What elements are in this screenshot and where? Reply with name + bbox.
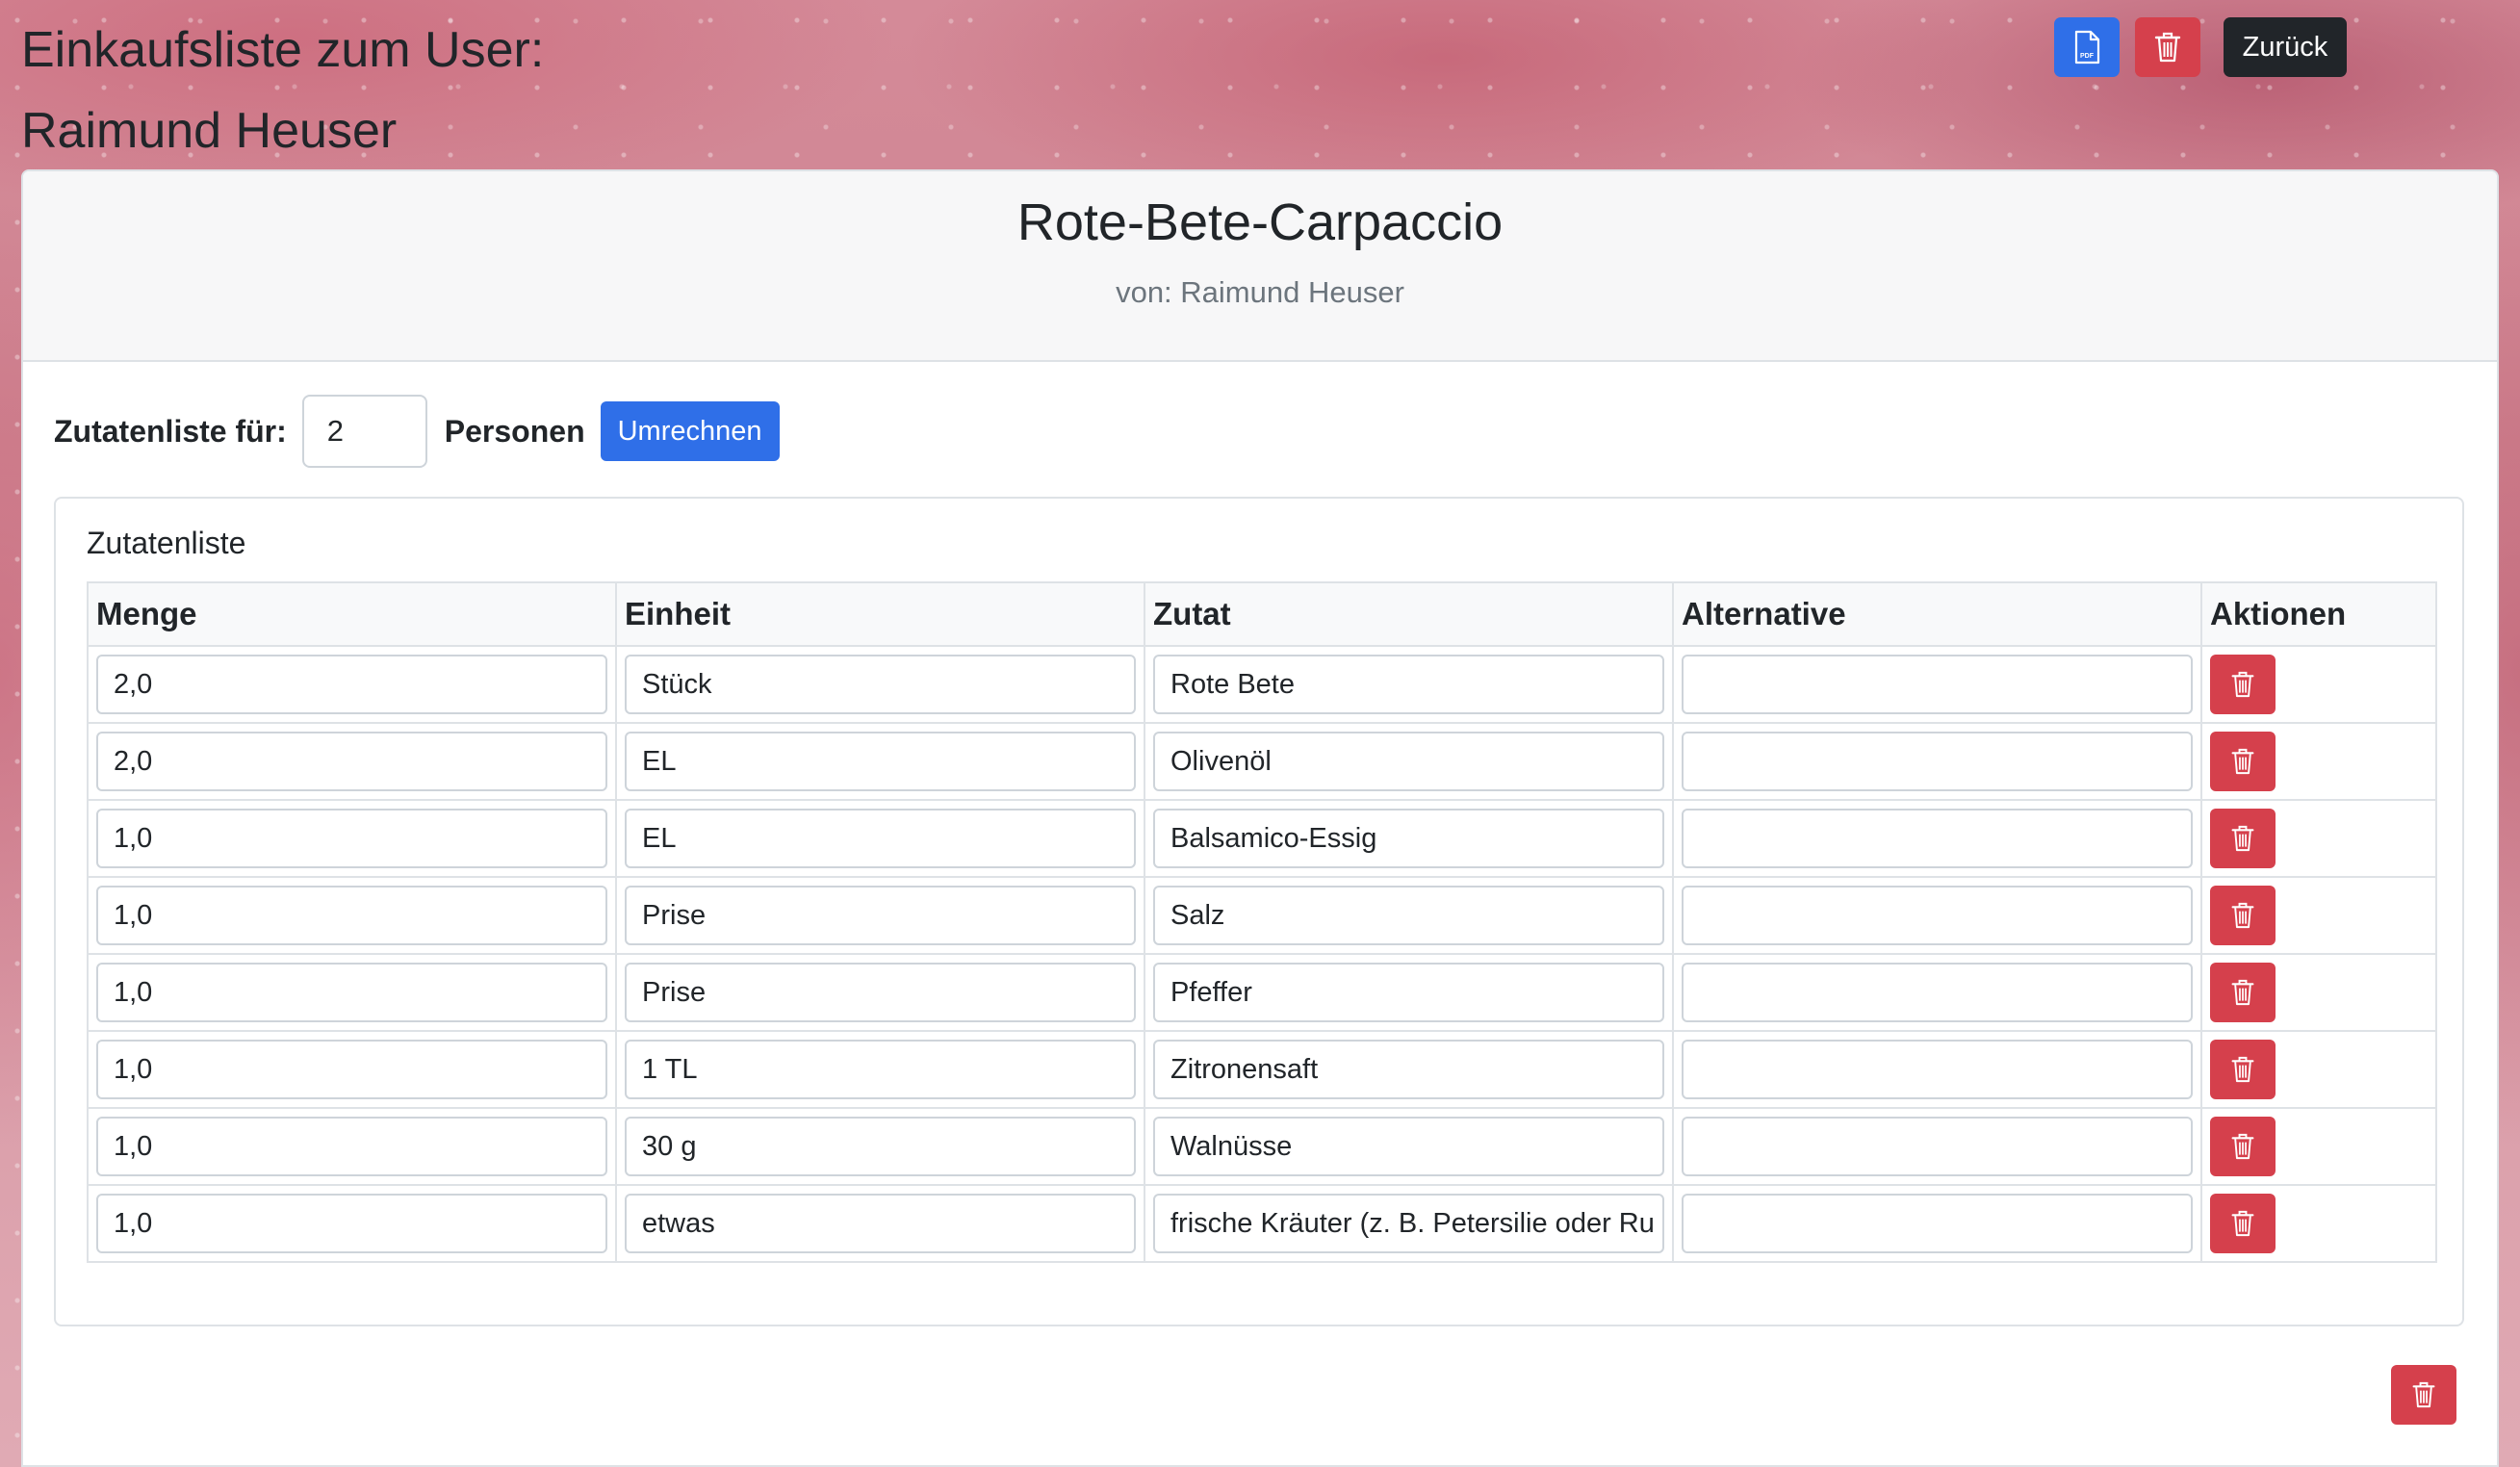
einheit-input[interactable] <box>625 655 1136 714</box>
delete-row-button[interactable] <box>2210 732 2276 791</box>
menge-input[interactable] <box>96 1040 607 1099</box>
persons-label: Zutatenliste für: <box>54 413 287 449</box>
table-row <box>87 953 2437 1032</box>
einheit-input[interactable] <box>625 1040 1136 1099</box>
alternative-input[interactable] <box>1682 732 2193 791</box>
table-header-row: Menge Einheit Zutat Alternative Aktionen <box>87 581 2437 647</box>
ingredients-title: Zutatenliste <box>87 526 246 560</box>
menge-input[interactable] <box>96 1194 607 1253</box>
menge-input[interactable] <box>96 886 607 945</box>
alternative-input[interactable] <box>1682 809 2193 868</box>
trash-icon <box>2230 670 2255 699</box>
pdf-icon-label: PDF <box>2080 53 2095 60</box>
zutat-input[interactable] <box>1153 809 1664 868</box>
alternative-input[interactable] <box>1682 655 2193 714</box>
recipe-author: von: Raimund Heuser <box>1116 275 1404 309</box>
column-header-aktionen: Aktionen <box>2200 581 2437 647</box>
table-row <box>87 799 2437 878</box>
menge-input[interactable] <box>96 963 607 1022</box>
table-row <box>87 722 2437 801</box>
delete-row-button[interactable] <box>2210 963 2276 1022</box>
zutat-input[interactable] <box>1153 732 1664 791</box>
page-title-line2: Raimund Heuser <box>21 103 398 159</box>
column-header-einheit: Einheit <box>615 581 1145 647</box>
trash-icon <box>2230 1055 2255 1084</box>
table-row <box>87 1030 2437 1109</box>
table-row <box>87 645 2437 724</box>
einheit-input[interactable] <box>625 886 1136 945</box>
menge-input[interactable] <box>96 809 607 868</box>
persons-unit-label: Personen <box>444 413 585 449</box>
zutat-input[interactable] <box>1153 1117 1664 1176</box>
delete-list-button[interactable] <box>2135 17 2200 77</box>
delete-row-button[interactable] <box>2210 1040 2276 1099</box>
einheit-input[interactable] <box>625 809 1136 868</box>
trash-icon <box>2230 901 2255 930</box>
zutat-input[interactable] <box>1153 1040 1664 1099</box>
card-header: Rote-Bete-Carpaccio von: Raimund Heuser <box>23 171 2497 362</box>
recipe-title: Rote-Bete-Carpaccio <box>1016 193 1504 251</box>
alternative-input[interactable] <box>1682 1194 2193 1253</box>
pdf-export-button[interactable]: PDF <box>2054 17 2120 77</box>
back-button[interactable]: Zurück <box>2224 17 2347 77</box>
delete-row-button[interactable] <box>2210 655 2276 714</box>
menge-input[interactable] <box>96 732 607 791</box>
ingredients-box: Zutatenliste Menge Einheit Zutat Alterna… <box>54 497 2464 1326</box>
einheit-input[interactable] <box>625 963 1136 1022</box>
pdf-file-icon: PDF <box>2072 30 2101 64</box>
delete-row-button[interactable] <box>2210 886 2276 945</box>
alternative-input[interactable] <box>1682 886 2193 945</box>
trash-icon <box>2230 824 2255 853</box>
trash-icon <box>2230 747 2255 776</box>
persons-row: Zutatenliste für: Personen Umrechnen <box>54 395 780 468</box>
page-title: Einkaufsliste zum User: Raimund Heuser <box>21 10 544 171</box>
trash-icon <box>2230 1209 2255 1238</box>
menge-input[interactable] <box>96 655 607 714</box>
convert-button[interactable]: Umrechnen <box>600 401 780 461</box>
ingredients-table: Menge Einheit Zutat Alternative Aktionen <box>87 581 2437 1263</box>
table-row <box>87 1184 2437 1263</box>
column-header-alternative: Alternative <box>1672 581 2202 647</box>
table-row <box>87 876 2437 955</box>
page-title-line1: Einkaufsliste zum User: <box>21 22 545 78</box>
zutat-input[interactable] <box>1153 886 1664 945</box>
einheit-input[interactable] <box>625 1117 1136 1176</box>
recipe-card: Rote-Bete-Carpaccio von: Raimund Heuser … <box>21 169 2499 1467</box>
delete-row-button[interactable] <box>2210 809 2276 868</box>
delete-recipe-button[interactable] <box>2391 1365 2456 1425</box>
trash-icon <box>2230 1132 2255 1161</box>
zutat-input[interactable] <box>1153 963 1664 1022</box>
trash-icon <box>2230 978 2255 1007</box>
zutat-input[interactable] <box>1153 655 1664 714</box>
ingredients-table-wrapper: Menge Einheit Zutat Alternative Aktionen <box>87 581 2437 1263</box>
einheit-input[interactable] <box>625 732 1136 791</box>
menge-input[interactable] <box>96 1117 607 1176</box>
delete-row-button[interactable] <box>2210 1194 2276 1253</box>
alternative-input[interactable] <box>1682 963 2193 1022</box>
persons-input[interactable] <box>301 395 427 468</box>
alternative-input[interactable] <box>1682 1117 2193 1176</box>
column-header-menge: Menge <box>87 581 617 647</box>
zutat-input[interactable] <box>1153 1194 1664 1253</box>
column-header-zutat: Zutat <box>1144 581 1674 647</box>
alternative-input[interactable] <box>1682 1040 2193 1099</box>
trash-icon <box>2411 1380 2436 1409</box>
table-row <box>87 1107 2437 1186</box>
einheit-input[interactable] <box>625 1194 1136 1253</box>
trash-icon <box>2153 31 2182 64</box>
delete-row-button[interactable] <box>2210 1117 2276 1176</box>
